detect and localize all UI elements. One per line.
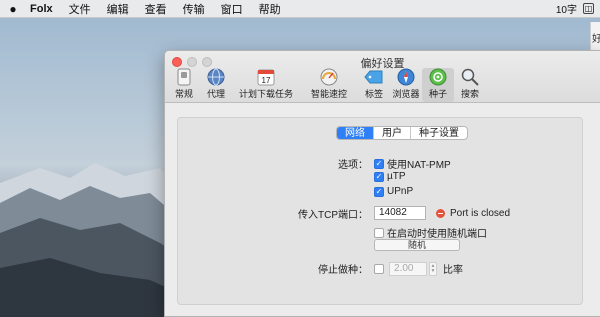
input-method-indicator[interactable]: 10字 xyxy=(556,1,577,16)
checkbox-utp[interactable]: ✓ xyxy=(374,171,384,182)
ratio-input[interactable]: 2.00 xyxy=(389,261,427,276)
stop-seeding-label: 停止做种： xyxy=(318,264,368,276)
preferences-toolbar: 常规 代理 17 计划下载任务 智能速控 标签 浏览器 种子 搜索 xyxy=(168,68,486,102)
toolbar-label: 标签 xyxy=(364,89,383,99)
ratio-unit-label: 比率 xyxy=(443,265,463,276)
window-titlebar: 偏好设置 常规 代理 17 计划下载任务 智能速控 标签 浏览器 种子 搜索 xyxy=(165,51,600,103)
toolbar-label: 智能速控 xyxy=(310,89,347,99)
general-switch-icon xyxy=(174,68,194,86)
tab-bar: 网络 用户 种子设置 xyxy=(336,126,468,140)
ratio-stepper[interactable]: ▲ ▼ xyxy=(429,261,437,276)
calendar-badge: 17 xyxy=(262,76,271,85)
toolbar-label: 种子 xyxy=(428,89,447,99)
magnifier-icon xyxy=(460,68,480,86)
tab-network[interactable]: 网络 xyxy=(337,127,374,139)
compass-icon xyxy=(396,68,416,86)
toolbar-proxy[interactable]: 代理 xyxy=(200,68,232,102)
checkbox-nat-pmp[interactable]: ✓ xyxy=(374,158,384,169)
option-random-port[interactable]: 在启动时使用随机端口 xyxy=(374,225,487,240)
stepper-down-icon: ▼ xyxy=(430,267,436,274)
tag-icon xyxy=(364,68,384,86)
tcp-port-input[interactable]: 14082 xyxy=(374,206,426,220)
toolbar-label: 常规 xyxy=(174,89,193,99)
tab-users[interactable]: 用户 xyxy=(374,127,411,139)
menu-extra-icon[interactable]: ◫ xyxy=(583,3,594,14)
menu-help[interactable]: 帮助 xyxy=(251,1,289,17)
random-button[interactable]: 随机 xyxy=(374,239,460,251)
toolbar-label: 搜索 xyxy=(460,89,479,99)
toolbar-browser[interactable]: 浏览器 xyxy=(390,68,422,102)
peek-text: 好 xyxy=(592,34,600,45)
calendar-icon: 17 xyxy=(256,68,276,86)
checkbox-upnp[interactable]: ✓ xyxy=(374,186,384,197)
upnp-label: UPnP xyxy=(387,186,414,197)
port-status-text: Port is closed xyxy=(450,207,511,219)
apple-menu-icon[interactable]: ● xyxy=(0,2,26,16)
option-upnp[interactable]: ✓ UPnP xyxy=(374,186,413,197)
random-port-label: 在启动时使用随机端口 xyxy=(387,229,487,240)
utp-label: µTP xyxy=(387,171,406,182)
option-nat-pmp[interactable]: ✓ 使用NAT-PMP xyxy=(374,156,451,171)
toolbar-search[interactable]: 搜索 xyxy=(454,68,486,102)
toolbar-torrent[interactable]: 种子 xyxy=(422,68,454,102)
menu-file[interactable]: 文件 xyxy=(61,1,99,17)
toolbar-tags[interactable]: 标签 xyxy=(358,68,390,102)
port-status-icon xyxy=(436,208,445,218)
checkbox-random-port[interactable] xyxy=(374,227,384,238)
globe-icon xyxy=(206,68,226,86)
menu-transfer[interactable]: 传输 xyxy=(175,1,213,17)
toolbar-label: 计划下载任务 xyxy=(238,89,293,99)
toolbar-speed-control[interactable]: 智能速控 xyxy=(300,68,358,102)
preferences-window: 偏好设置 常规 代理 17 计划下载任务 智能速控 标签 浏览器 种子 搜索 网… xyxy=(164,50,600,317)
nat-pmp-label: 使用NAT-PMP xyxy=(387,160,451,171)
checkbox-stop-seeding[interactable] xyxy=(374,263,384,274)
toolbar-label: 浏览器 xyxy=(392,89,420,99)
app-menu[interactable]: Folx xyxy=(26,3,61,15)
menu-window[interactable]: 窗口 xyxy=(213,1,251,17)
speedometer-icon xyxy=(319,68,339,86)
port-label: 传入TCP端口： xyxy=(298,209,368,221)
menu-view[interactable]: 查看 xyxy=(137,1,175,17)
gear-icon xyxy=(428,68,448,86)
menu-bar: ● Folx 文件 编辑 查看 传输 窗口 帮助 10字 ◫ xyxy=(0,0,600,18)
menu-edit[interactable]: 编辑 xyxy=(99,1,137,17)
options-label: 选项： xyxy=(338,160,368,171)
preferences-content: 网络 用户 种子设置 选项： ✓ 使用NAT-PMP ✓ µTP ✓ UPnP … xyxy=(165,103,600,316)
toolbar-scheduler[interactable]: 17 计划下载任务 xyxy=(232,68,300,102)
toolbar-general[interactable]: 常规 xyxy=(168,68,200,102)
settings-panel: 网络 用户 种子设置 选项： ✓ 使用NAT-PMP ✓ µTP ✓ UPnP … xyxy=(177,117,583,305)
tab-torrent-settings[interactable]: 种子设置 xyxy=(411,127,467,139)
option-utp[interactable]: ✓ µTP xyxy=(374,171,406,182)
toolbar-label: 代理 xyxy=(206,89,225,99)
